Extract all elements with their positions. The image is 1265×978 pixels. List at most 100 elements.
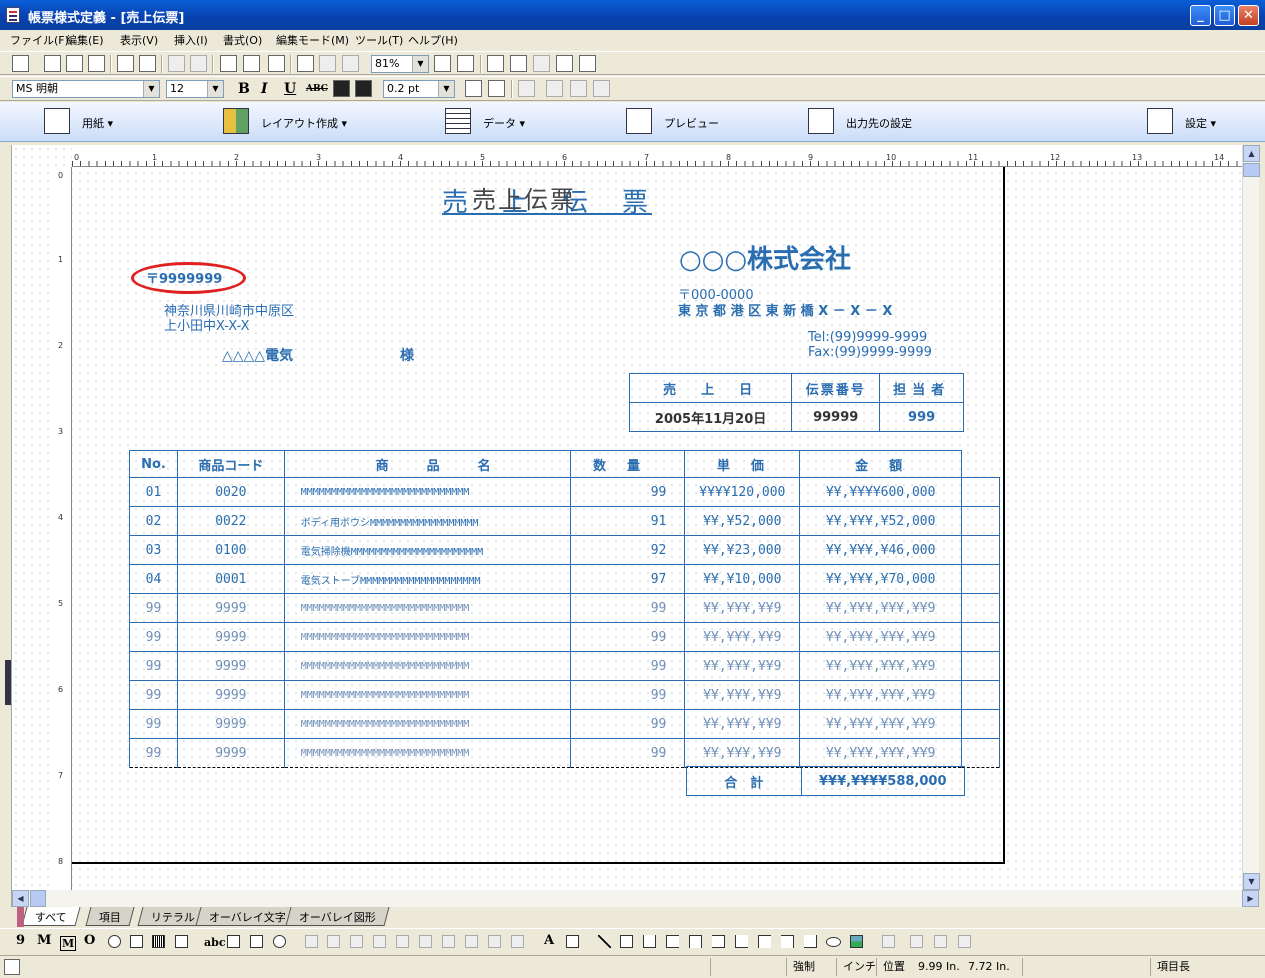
staff-field[interactable]: 999 <box>879 402 964 432</box>
row-name[interactable]: MMMMMMMMMMMMMMMMMMMMMMMMMMMM <box>283 651 571 681</box>
line-width-select[interactable]: 0.2 pt ▼ <box>383 80 455 98</box>
row-no[interactable]: 02 <box>129 506 178 536</box>
row-qty[interactable]: 97 <box>569 564 686 594</box>
font-size-select[interactable]: 12 ▼ <box>166 80 224 98</box>
border-icon[interactable] <box>465 80 482 97</box>
overlay-icon[interactable] <box>579 55 596 72</box>
row-qty[interactable]: 99 <box>569 622 686 652</box>
corner-br-icon[interactable] <box>804 935 817 948</box>
overlay-boxed-a-icon[interactable] <box>566 935 579 948</box>
window-icon[interactable] <box>297 55 314 72</box>
line-items-table[interactable]: No. 商品コード 商 品 名 数 量 単 価 金 額 01 0020 MMMMMM… <box>129 450 1000 768</box>
row-unit-price[interactable]: ¥¥,¥23,000 <box>684 535 801 565</box>
row-no[interactable]: 99 <box>129 709 178 739</box>
row-no[interactable]: 99 <box>129 738 178 768</box>
row-no[interactable]: 03 <box>129 535 178 565</box>
row-amount[interactable]: ¥¥,¥¥¥,¥¥¥,¥¥9 <box>799 651 963 681</box>
align-a-icon[interactable] <box>518 80 535 97</box>
table-row[interactable]: 99 9999 MMMMMMMMMMMMMMMMMMMMMMMMMMMM 99 ¥¥,¥… <box>129 709 1000 739</box>
zoom-in-icon[interactable] <box>434 55 451 72</box>
zoom-select[interactable]: 81% ▼ <box>371 55 429 73</box>
row-name[interactable]: MMMMMMMMMMMMMMMMMMMMMMMMMMMM <box>283 593 571 623</box>
row-amount[interactable]: ¥¥,¥¥¥,¥46,000 <box>799 535 963 565</box>
table-row[interactable]: 01 0020 MMMMMMMMMMMMMMMMMMMMMMMMMMMM 99 ¥¥¥¥… <box>129 477 1000 507</box>
minimize-button[interactable]: _ <box>1190 5 1211 26</box>
layout-b-icon[interactable] <box>342 55 359 72</box>
app-icon[interactable] <box>6 7 20 23</box>
edit-icon[interactable] <box>44 55 61 72</box>
company-tel[interactable]: Tel:(99)9999-9999 <box>808 330 927 345</box>
checkbox-icon[interactable] <box>130 935 143 948</box>
row-no[interactable]: 99 <box>129 593 178 623</box>
company-address[interactable]: 東 京 都 港 区 東 新 橋 X － X － X <box>678 300 892 319</box>
honorific-label[interactable]: 様 <box>400 345 414 365</box>
row-amount[interactable]: ¥¥,¥¥¥¥600,000 <box>799 477 963 507</box>
table-row[interactable]: 99 9999 MMMMMMMMMMMMMMMMMMMMMMMMMMMM 99 ¥¥,¥… <box>129 651 1000 681</box>
row-unit-price[interactable]: ¥¥,¥¥¥,¥¥9 <box>684 709 801 739</box>
row-unit-price[interactable]: ¥¥,¥52,000 <box>684 506 801 536</box>
row-qty[interactable]: 91 <box>569 506 686 536</box>
menu-file[interactable]: ファイル(F) <box>10 32 69 48</box>
row-amount[interactable]: ¥¥,¥¥¥,¥¥¥,¥¥9 <box>799 738 963 768</box>
menu-edit-mode[interactable]: 編集モード(M) <box>276 32 349 48</box>
bracket-a-gray-icon[interactable] <box>350 935 363 948</box>
font-select[interactable]: MS 明朝 ▼ <box>12 80 160 98</box>
redo-icon[interactable] <box>190 55 207 72</box>
postal-code-field[interactable]: 〒9999999 <box>146 268 222 287</box>
arrange-a-gray-icon[interactable] <box>882 935 895 948</box>
grid-table-icon[interactable] <box>268 55 285 72</box>
design-canvas[interactable]: 0 1 2 3 4 5 6 7 8 9 10 11 12 13 14 0 1 2… <box>12 145 1242 890</box>
row-amount[interactable]: ¥¥,¥¥¥,¥¥¥,¥¥9 <box>799 709 963 739</box>
print-preview-icon[interactable] <box>139 55 156 72</box>
row-code[interactable]: 0001 <box>176 564 285 594</box>
table-row[interactable]: 99 9999 MMMMMMMMMMMMMMMMMMMMMMMMMMMM 99 ¥¥,¥… <box>129 738 1000 768</box>
row-qty[interactable]: 99 <box>569 709 686 739</box>
arrange-c-gray-icon[interactable] <box>934 935 947 948</box>
boxed-a-icon[interactable] <box>227 935 240 948</box>
tab-overlay-text[interactable]: オーバレイ文字 <box>195 907 300 926</box>
image-icon[interactable] <box>175 935 188 948</box>
rect-tool-gray-icon[interactable] <box>327 935 340 948</box>
bracket-d-gray-icon[interactable] <box>419 935 432 948</box>
overlay-text-tool[interactable]: A <box>544 933 554 948</box>
picture-tool-icon[interactable] <box>850 935 863 948</box>
zoom-fit-icon[interactable] <box>457 55 474 72</box>
arrange-b-gray-icon[interactable] <box>910 935 923 948</box>
text-field-tool[interactable]: M <box>37 933 51 948</box>
barcode-icon[interactable] <box>152 935 165 948</box>
table-row[interactable]: 99 9999 MMMMMMMMMMMMMMMMMMMMMMMMMMMM 99 ¥¥,¥… <box>129 680 1000 710</box>
corner-a-gray-icon[interactable] <box>442 935 455 948</box>
table-row[interactable]: 99 9999 MMMMMMMMMMMMMMMMMMMMMMMMMMMM 99 ¥¥,¥… <box>129 593 1000 623</box>
row-name[interactable]: MMMMMMMMMMMMMMMMMMMMMMMMMMMM <box>283 709 571 739</box>
row-code[interactable]: 9999 <box>176 680 285 710</box>
row-amount[interactable]: ¥¥,¥¥¥,¥¥¥,¥¥9 <box>799 622 963 652</box>
form-page[interactable]: 売 上 伝 票 売上伝票 ○○○株式会社 〒9999999 神奈川県川崎市中原区… <box>72 167 1005 864</box>
row-name[interactable]: MMMMMMMMMMMMMMMMMMMMMMMMMMMM <box>283 680 571 710</box>
row-qty[interactable]: 92 <box>569 535 686 565</box>
scroll-left-icon[interactable]: ◀ <box>12 890 29 907</box>
row-unit-price[interactable]: ¥¥,¥¥¥,¥¥9 <box>684 593 801 623</box>
frame-icon[interactable] <box>250 935 263 948</box>
literal-text-tool[interactable]: abc <box>204 936 226 949</box>
scroll-thumb[interactable] <box>1243 163 1260 177</box>
bracket-down-icon[interactable] <box>689 935 702 948</box>
menu-tools[interactable]: ツール(T) <box>355 32 403 48</box>
row-name[interactable]: MMMMMMMMMMMMMMMMMMMMMMMMMMMM <box>283 477 571 507</box>
ruler-icon[interactable] <box>510 55 527 72</box>
row-qty[interactable]: 99 <box>569 593 686 623</box>
menu-edit[interactable]: 編集(E) <box>66 32 104 48</box>
collapse-pane-handle[interactable] <box>5 660 11 705</box>
row-unit-price[interactable]: ¥¥,¥¥¥,¥¥9 <box>684 738 801 768</box>
total-table[interactable]: 合 計 ¥¥¥,¥¥¥¥588,000 <box>686 766 966 796</box>
row-name[interactable]: ボディ用ボウシMMMMMMMMMMMMMMMMMM <box>283 506 571 536</box>
bracket-up-icon[interactable] <box>643 935 656 948</box>
company-fax[interactable]: Fax:(99)9999-9999 <box>808 345 932 360</box>
row-unit-price[interactable]: ¥¥,¥10,000 <box>684 564 801 594</box>
row-unit-price[interactable]: ¥¥,¥¥¥,¥¥9 <box>684 651 801 681</box>
row-amount[interactable]: ¥¥,¥¥¥,¥52,000 <box>799 506 963 536</box>
row-code[interactable]: 9999 <box>176 622 285 652</box>
row-name[interactable]: MMMMMMMMMMMMMMMMMMMMMMMMMMMM <box>283 738 571 768</box>
table-row[interactable]: 99 9999 MMMMMMMMMMMMMMMMMMMMMMMMMMMM 99 ¥¥,¥… <box>129 622 1000 652</box>
clock-icon[interactable] <box>273 935 286 948</box>
layout-a-icon[interactable] <box>319 55 336 72</box>
